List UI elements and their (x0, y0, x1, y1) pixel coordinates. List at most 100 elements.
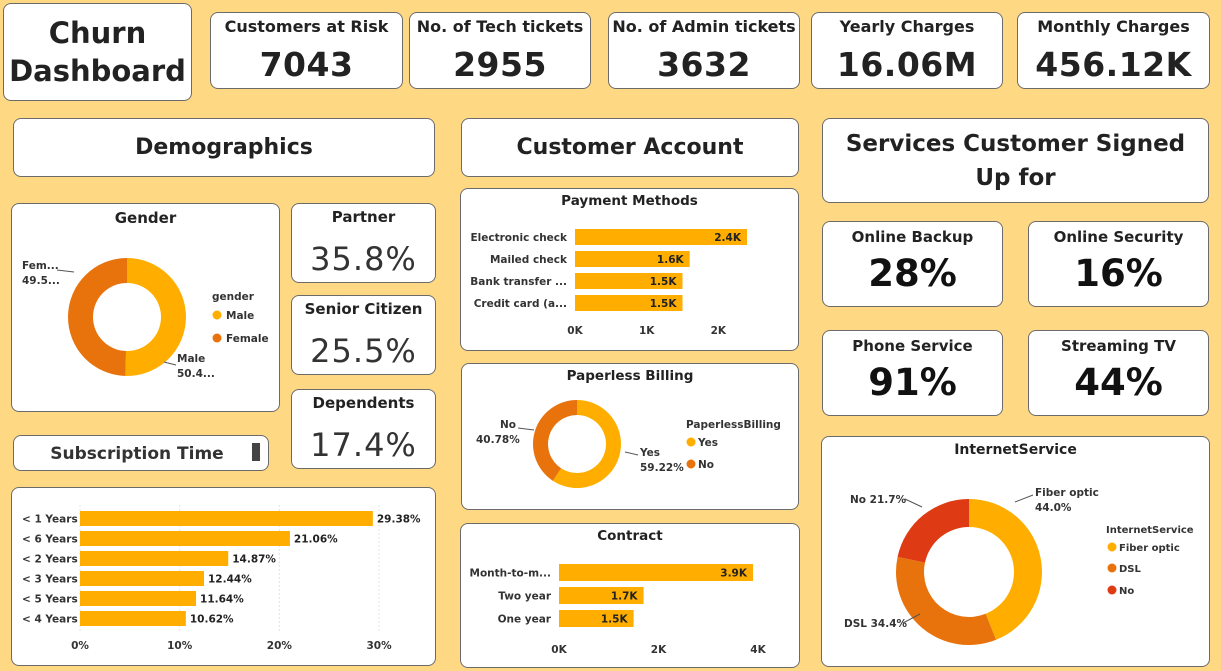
section-demographics: Demographics (13, 118, 435, 177)
section-customer-account: Customer Account (461, 118, 799, 177)
x-tick-label: 2K (711, 325, 727, 337)
data-label: 1.5K (650, 298, 678, 310)
paperless-label-no: No (500, 419, 516, 431)
kpi-value: 2955 (453, 45, 547, 84)
gender-value-female: 49.5... (22, 275, 60, 287)
data-label: 1.5K (601, 614, 629, 626)
x-tick-label: 1K (639, 325, 655, 337)
bar[interactable] (80, 591, 197, 606)
senior-citizen-card: Senior Citizen 25.5% (291, 295, 436, 375)
payment-methods-card: Payment Methods 0K 1K 2K Electronic check 2… (460, 188, 799, 351)
category-label: < 2 Years (22, 554, 78, 566)
contract-bar-chart: 0K 2K 4K Month-to-m... 3.9K Two year 1.7K One … (470, 564, 767, 656)
kpi-value: 16.06M (836, 45, 978, 84)
data-label: 14.87% (232, 554, 276, 566)
paperless-value-no: 40.78% (476, 434, 520, 446)
data-label: 12.44% (208, 574, 252, 586)
gender-legend-female: Female (226, 333, 269, 345)
data-label: 29.38% (377, 514, 421, 526)
section-services: Services Customer Signed Up for (822, 118, 1209, 203)
online-security-card: Online Security 16% (1028, 221, 1209, 307)
paperless-legend-yes-dot (686, 437, 696, 447)
senior-citizen-value: 25.5% (310, 332, 417, 370)
scroll-handle[interactable] (252, 443, 260, 461)
category-label: < 5 Years (22, 594, 78, 606)
section-customer-account-title: Customer Account (516, 135, 744, 160)
data-label: 1.5K (650, 276, 678, 288)
dashboard-title-line2: Dashboard (9, 54, 186, 88)
category-label: < 1 Years (22, 514, 78, 526)
x-tick-label: 4K (750, 644, 766, 656)
gender-value-male: 50.4... (177, 368, 215, 380)
dependents-label: Dependents (312, 394, 415, 412)
donut-slice-female[interactable] (68, 258, 127, 376)
gender-leader-male (163, 361, 177, 366)
subscription-bar-chart: 0% 10% 20% 30% < 1 Years 29.38% < 6 Years 21.0… (22, 505, 421, 652)
partner-card: Partner 35.8% (291, 203, 436, 283)
data-label: 1.7K (611, 591, 639, 603)
gender-legend-male-dot (212, 310, 222, 320)
x-tick-label: 20% (267, 640, 293, 652)
category-label: Electronic check (470, 232, 568, 244)
gender-label-female: Fem... (22, 260, 59, 272)
donut-slice-no[interactable] (533, 400, 577, 481)
x-tick-label: 0% (71, 640, 89, 652)
category-label: < 3 Years (22, 574, 78, 586)
internet-legend-no: No (1119, 586, 1134, 597)
dashboard-title-line1: Churn (48, 16, 147, 50)
category-label: One year (498, 614, 552, 626)
internet-legend-fiber-dot (1107, 542, 1117, 552)
subscription-title-card: Subscription Time (13, 435, 269, 471)
paperless-legend-no-dot (686, 459, 696, 469)
bar[interactable] (80, 511, 373, 526)
kpi-value: 3632 (657, 45, 751, 84)
donut-slice-no[interactable] (897, 499, 969, 563)
phone-service-card: Phone Service 91% (822, 330, 1003, 416)
dependents-card: Dependents 17.4% (291, 389, 436, 469)
gender-label-male: Male (177, 353, 205, 365)
kpi-label: Yearly Charges (839, 17, 975, 36)
category-label: Bank transfer ... (470, 276, 567, 288)
category-label: < 4 Years (22, 614, 78, 626)
kpi-yearly-charges: Yearly Charges 16.06M (811, 12, 1003, 89)
internet-label-fiber: Fiber optic (1035, 487, 1099, 499)
bar[interactable] (80, 611, 186, 626)
paperless-legend-yes: Yes (697, 437, 718, 449)
bar[interactable] (80, 551, 229, 566)
internet-legend-title: InternetService (1106, 525, 1194, 536)
paperless-label-yes: Yes (639, 447, 660, 459)
dependents-value: 17.4% (310, 426, 417, 464)
x-tick-label: 10% (167, 640, 193, 652)
subscription-title: Subscription Time (50, 444, 224, 464)
bar[interactable] (80, 571, 204, 586)
dashboard-title-card: Churn Dashboard (3, 3, 192, 101)
paperless-leader-no (517, 427, 535, 431)
gender-legend-female-dot (212, 333, 222, 343)
internet-value-fiber: 44.0% (1035, 502, 1072, 514)
bar[interactable] (80, 531, 290, 546)
kpi-admin-tickets: No. of Admin tickets 3632 (608, 12, 800, 89)
donut-slice-dsl[interactable] (896, 556, 997, 645)
data-label: 1.6K (657, 254, 685, 266)
internet-legend-no-dot (1107, 585, 1117, 595)
streaming-tv-card: Streaming TV 44% (1028, 330, 1209, 416)
kpi-label: Customers at Risk (224, 17, 389, 36)
gender-leader-female (56, 269, 75, 273)
x-tick-label: 0K (567, 325, 583, 337)
data-label: 11.64% (200, 594, 244, 606)
online-backup-value: 28% (868, 252, 957, 295)
gender-donut-chart: Fem... 49.5... Male 50.4... gender Male … (22, 258, 269, 380)
kpi-value: 7043 (259, 45, 354, 84)
category-label: Month-to-m... (470, 568, 552, 580)
internet-leader-fiber (1014, 494, 1034, 503)
paperless-leader-yes (624, 451, 639, 456)
kpi-label: No. of Tech tickets (416, 17, 584, 36)
x-tick-label: 0K (551, 644, 567, 656)
phone-service-value: 91% (868, 361, 957, 404)
data-label: 2.4K (714, 232, 742, 244)
kpi-customers-at-risk: Customers at Risk 7043 (210, 12, 403, 89)
kpi-tech-tickets: No. of Tech tickets 2955 (409, 12, 591, 89)
internet-service-card: InternetService Fiber optic 44.0% No 21.… (821, 436, 1210, 667)
gender-chart-card: Gender Fem... 49.5... Male 50.4... gende… (11, 203, 280, 412)
x-tick-label: 2K (651, 644, 667, 656)
